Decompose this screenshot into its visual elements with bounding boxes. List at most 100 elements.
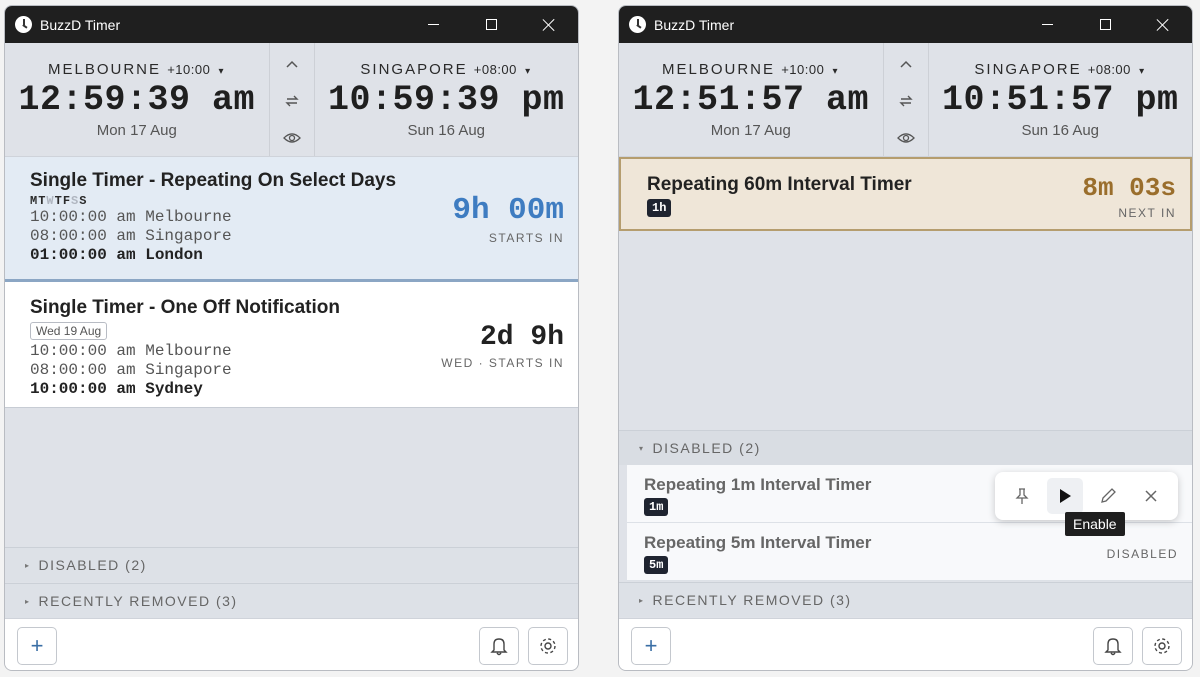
countdown-label: STARTS IN xyxy=(488,231,564,245)
day-fri: F xyxy=(62,194,72,208)
bell-icon xyxy=(1104,638,1122,656)
clock-city-selector[interactable]: MELBOURNE +10:00 ▾ xyxy=(662,61,840,78)
swap-clocks-button[interactable] xyxy=(891,87,921,115)
window-title: BuzzD Timer xyxy=(40,16,121,33)
clock-time: 10:59:39 pm xyxy=(327,80,565,120)
close-button[interactable] xyxy=(1134,6,1192,43)
close-button[interactable] xyxy=(520,6,578,43)
clock-melbourne: MELBOURNE +10:00 ▾ 12:59:39 am Mon 17 Au… xyxy=(5,43,269,156)
day-mon: M xyxy=(30,194,39,208)
interval-badge: 1h xyxy=(647,199,672,217)
day-thu: T xyxy=(54,194,63,208)
notifications-button[interactable] xyxy=(479,627,519,665)
clock-controls xyxy=(882,43,929,156)
countdown-value: 2d 9h xyxy=(479,322,564,353)
swap-clocks-button[interactable] xyxy=(277,87,307,115)
footer-toolbar: + xyxy=(619,618,1192,670)
maximize-button[interactable] xyxy=(1076,6,1134,43)
minimize-button[interactable] xyxy=(1018,6,1076,43)
day-sun: S xyxy=(79,194,88,208)
section-label: DISABLED (2) xyxy=(38,557,147,573)
clock-time: 12:51:57 am xyxy=(632,80,870,120)
timer-card-interval[interactable]: Repeating 60m Interval Timer 1h 8m 03s N… xyxy=(619,157,1192,231)
removed-section-toggle[interactable]: ▸ RECENTLY REMOVED (3) xyxy=(5,583,578,618)
clock-date: Mon 17 Aug xyxy=(96,122,177,139)
swap-icon xyxy=(284,95,299,107)
maximize-button[interactable] xyxy=(462,6,520,43)
collapse-button[interactable] xyxy=(277,50,307,78)
section-label: RECENTLY REMOVED (3) xyxy=(38,593,238,609)
title-bar[interactable]: BuzzD Timer xyxy=(619,6,1192,43)
world-clocks: MELBOURNE +10:00 ▾ 12:59:39 am Mon 17 Au… xyxy=(5,43,578,157)
expand-icon: ▸ xyxy=(639,595,645,605)
countdown-label: NEXT IN xyxy=(1118,206,1176,220)
clock-date: Sun 16 Aug xyxy=(1021,122,1100,139)
disabled-section-toggle[interactable]: ▸ DISABLED (2) xyxy=(5,547,578,582)
chevron-up-icon xyxy=(285,60,298,68)
edit-button[interactable] xyxy=(1090,478,1126,514)
timer-card-one-off[interactable]: Single Timer - One Off Notification Wed … xyxy=(5,282,578,408)
close-icon xyxy=(1156,18,1170,32)
section-label: RECENTLY REMOVED (3) xyxy=(652,592,852,608)
visibility-button[interactable] xyxy=(891,124,921,152)
countdown: 2d 9h WED · STARTS IN xyxy=(441,322,564,370)
chevron-down-icon: ▾ xyxy=(1139,66,1147,77)
plus-icon: + xyxy=(644,633,658,658)
clock-city-selector[interactable]: SINGAPORE +08:00 ▾ xyxy=(974,61,1146,78)
swap-icon xyxy=(898,95,913,107)
city-name: SINGAPORE xyxy=(974,61,1082,78)
enable-button[interactable] xyxy=(1047,478,1084,514)
chevron-down-icon: ▾ xyxy=(525,66,533,77)
close-icon xyxy=(542,18,556,32)
clock-app-icon xyxy=(15,16,32,33)
maximize-icon xyxy=(485,19,497,30)
timer-card-repeating[interactable]: Single Timer - Repeating On Select Days … xyxy=(5,157,578,282)
minimize-icon xyxy=(427,24,439,25)
gear-icon xyxy=(1154,638,1170,654)
add-timer-button[interactable]: + xyxy=(631,627,671,665)
settings-button[interactable] xyxy=(1142,627,1182,665)
pencil-icon xyxy=(1100,488,1116,503)
footer-toolbar: + xyxy=(5,618,578,670)
status-badge: DISABLED xyxy=(1106,547,1178,561)
chevron-down-icon: ▾ xyxy=(832,66,840,77)
minimize-button[interactable] xyxy=(404,6,462,43)
disabled-section-toggle[interactable]: ▾ DISABLED (2) xyxy=(619,430,1192,465)
window-title: BuzzD Timer xyxy=(654,16,735,33)
day-sat: S xyxy=(71,194,80,208)
section-label: DISABLED (2) xyxy=(652,440,761,456)
settings-button[interactable] xyxy=(528,627,568,665)
clock-date: Mon 17 Aug xyxy=(710,122,791,139)
chevron-up-icon xyxy=(899,60,912,68)
date-badge: Wed 19 Aug xyxy=(30,322,108,340)
minimize-icon xyxy=(1041,24,1053,25)
clock-melbourne: MELBOURNE +10:00 ▾ 12:51:57 am Mon 17 Au… xyxy=(619,43,883,156)
pin-icon xyxy=(1015,488,1029,504)
collapse-button[interactable] xyxy=(891,50,921,78)
app-window-right: BuzzD Timer MELBOURNE +10:00 ▾ 12:51:57 … xyxy=(618,5,1193,671)
add-timer-button[interactable]: + xyxy=(17,627,57,665)
delete-button[interactable] xyxy=(1133,478,1169,514)
title-bar[interactable]: BuzzD Timer xyxy=(5,6,578,43)
utc-offset: +08:00 xyxy=(473,62,517,77)
interval-badge: 5m xyxy=(644,556,669,574)
city-name: SINGAPORE xyxy=(360,61,468,78)
clock-time: 10:51:57 pm xyxy=(941,80,1179,120)
plus-icon: + xyxy=(30,633,44,658)
notifications-button[interactable] xyxy=(1093,627,1133,665)
bell-icon xyxy=(490,638,508,656)
eye-icon xyxy=(282,133,301,143)
clock-controls xyxy=(268,43,315,156)
countdown: 9h 00m STARTS IN xyxy=(452,193,564,245)
clock-city-selector[interactable]: SINGAPORE +08:00 ▾ xyxy=(360,61,532,78)
countdown-value: 8m 03s xyxy=(1082,173,1176,203)
city-name: MELBOURNE xyxy=(661,61,776,78)
pin-button[interactable] xyxy=(1004,478,1040,514)
clock-app-icon xyxy=(629,16,646,33)
removed-section-toggle[interactable]: ▸ RECENTLY REMOVED (3) xyxy=(619,582,1192,617)
clock-city-selector[interactable]: MELBOURNE +10:00 ▾ xyxy=(48,61,226,78)
maximize-icon xyxy=(1099,19,1111,30)
world-clocks: MELBOURNE +10:00 ▾ 12:51:57 am Mon 17 Au… xyxy=(619,43,1192,157)
expand-icon: ▸ xyxy=(25,596,31,606)
visibility-button[interactable] xyxy=(277,124,307,152)
